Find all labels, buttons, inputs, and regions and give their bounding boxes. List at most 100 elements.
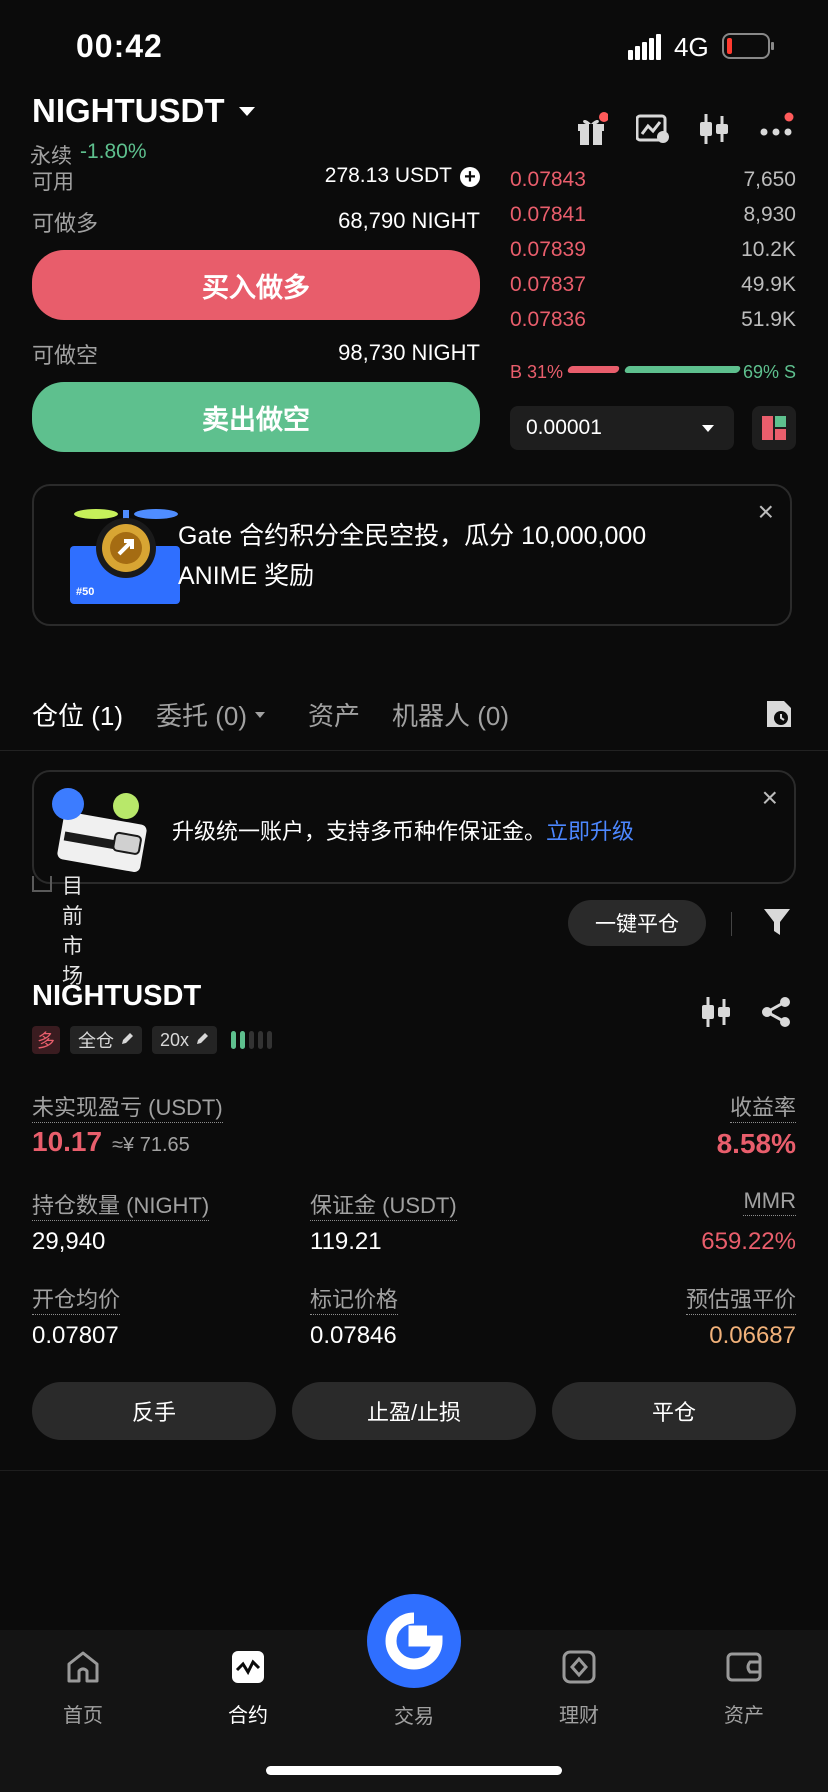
can-long-value: 68,790 NIGHT <box>338 208 480 233</box>
ask-price: 0.07843 <box>510 167 586 191</box>
sell-ratio-label: 69% S <box>742 362 796 382</box>
more-icon[interactable] <box>760 112 794 142</box>
tab-orders-caret-icon <box>255 711 266 718</box>
promo-banner[interactable]: #50 Gate 合约积分全民空投，瓜分 10,000,000 ANIME 奖励… <box>32 484 792 626</box>
nav-earn-label: 理财 <box>559 1705 599 1727</box>
wallet-illustration <box>48 786 158 872</box>
orderbook-ask-row[interactable]: 0.07836 51.9K <box>510 302 796 337</box>
nav-assets[interactable]: 资产 <box>689 1650 799 1728</box>
home-indicator <box>266 1766 562 1775</box>
close-all-label: 一键平仓 <box>595 913 679 936</box>
promo-close-icon[interactable]: × <box>758 498 774 526</box>
nav-earn[interactable]: 理财 <box>524 1650 634 1728</box>
symbol-title: NIGHTUSDT <box>32 92 225 129</box>
unrealized-pnl-label[interactable]: 未实现盈亏 (USDT) <box>32 1090 223 1123</box>
ask-price: 0.07839 <box>510 237 586 261</box>
history-icon[interactable] <box>764 698 794 730</box>
sell-short-label: 卖出做空 <box>202 404 310 435</box>
filter-icon[interactable] <box>762 906 792 938</box>
home-icon <box>67 1651 99 1683</box>
orderbook-ask-row[interactable]: 0.07843 7,650 <box>510 162 796 197</box>
size-label-text: 持仓数量 (NIGHT) <box>32 1193 210 1221</box>
status-bar: 00:42 4G <box>0 0 828 90</box>
buy-long-label: 买入做多 <box>202 272 310 303</box>
caret-down-icon <box>238 106 255 116</box>
orderbook-layout-button[interactable] <box>752 406 796 450</box>
nav-futures[interactable]: 合约 <box>193 1650 303 1728</box>
tab-bots[interactable]: 机器人 (0) <box>392 696 509 733</box>
nav-trade-button[interactable] <box>367 1594 461 1688</box>
sell-short-button[interactable]: 卖出做空 <box>32 382 480 452</box>
can-short-value: 98,730 NIGHT <box>338 340 480 365</box>
mmr-value: 659.22% <box>701 1228 796 1255</box>
share-icon[interactable] <box>760 996 792 1028</box>
leverage-tag[interactable]: 20x <box>152 1026 218 1054</box>
can-long-label: 可做多 <box>32 211 99 236</box>
orderbook-ask-row[interactable]: 0.07841 8,930 <box>510 197 796 232</box>
margin-mode-tag[interactable]: 全仓 <box>70 1026 142 1054</box>
available-label: 可用 <box>32 171 74 194</box>
buy-long-button[interactable]: 买入做多 <box>32 250 480 320</box>
available-value: 278.13 USDT <box>324 164 452 187</box>
orderbook-ask-row[interactable]: 0.07839 10.2K <box>510 232 796 267</box>
close-position-button[interactable]: 平仓 <box>552 1382 796 1440</box>
promo-illustration: #50 <box>64 506 188 608</box>
add-funds-icon[interactable]: + <box>460 167 480 187</box>
orderbook: 0.07843 7,650 0.07841 8,930 0.07839 10.2K 0.07… <box>510 162 796 337</box>
candlestick-icon[interactable] <box>698 112 730 146</box>
futures-icon <box>232 1651 264 1683</box>
roe-label-text: 收益率 <box>729 1095 796 1123</box>
liq-price-label-text: 预估强平价 <box>685 1287 796 1315</box>
size-label[interactable]: 持仓数量 (NIGHT) <box>32 1188 210 1221</box>
margin-mode-label: 全仓 <box>78 1031 114 1051</box>
tabs-divider <box>0 750 828 751</box>
tab-assets[interactable]: 资产 <box>308 696 360 733</box>
position-tabs: 仓位 (1) 委托 (0) 资产 机器人 (0) <box>32 696 796 736</box>
mark-price-label[interactable]: 标记价格 <box>310 1282 399 1315</box>
ask-price: 0.07836 <box>510 307 586 331</box>
ratio-bar-buy <box>566 366 621 373</box>
upgrade-close-icon[interactable]: × <box>762 784 778 812</box>
mmr-label[interactable]: MMR <box>743 1188 796 1216</box>
position-kline-icon[interactable] <box>700 996 732 1028</box>
buy-ratio-label: B 31% <box>510 362 564 382</box>
position-divider <box>0 1470 828 1471</box>
tab-orders[interactable]: 委托 (0) <box>156 696 266 733</box>
ratio-bar <box>566 366 742 373</box>
close-position-label: 平仓 <box>651 1400 696 1425</box>
roe-label[interactable]: 收益率 <box>729 1090 796 1123</box>
tick-size-caret-icon <box>702 425 714 432</box>
gift-icon[interactable] <box>576 112 609 146</box>
margin-label[interactable]: 保证金 (USDT) <box>310 1188 457 1221</box>
ask-qty: 7,650 <box>743 167 796 191</box>
unrealized-pnl: 10.17 ≈¥ 71.65 <box>32 1126 190 1158</box>
available-row: 可用 278.13 USDT + <box>32 162 480 194</box>
upgrade-banner[interactable]: 升级统一账户，支持多币种作保证金。立即升级 × <box>32 770 796 884</box>
chart-settings-icon[interactable] <box>635 114 670 144</box>
close-all-button[interactable]: 一键平仓 <box>568 900 706 946</box>
current-market-checkbox[interactable] <box>32 876 52 892</box>
nav-trade-label[interactable]: 交易 <box>358 1700 470 1729</box>
position-symbol: NIGHTUSDT <box>32 980 202 1012</box>
margin-value: 119.21 <box>310 1228 382 1255</box>
edit-leverage-icon <box>195 1030 209 1051</box>
upgrade-link[interactable]: 立即升级 <box>546 819 634 844</box>
tpsl-button[interactable]: 止盈/止损 <box>292 1382 536 1440</box>
ask-qty: 10.2K <box>741 237 796 261</box>
reverse-button[interactable]: 反手 <box>32 1382 276 1440</box>
liq-price-label[interactable]: 预估强平价 <box>685 1282 796 1315</box>
orderbook-ask-row[interactable]: 0.07837 49.9K <box>510 267 796 302</box>
tick-size-select[interactable]: 0.00001 <box>510 406 734 450</box>
symbol-selector[interactable]: NIGHTUSDT <box>32 92 255 130</box>
tab-positions[interactable]: 仓位 (1) <box>32 696 123 733</box>
promo-text: Gate 合约积分全民空投，瓜分 10,000,000 ANIME 奖励 <box>178 522 647 590</box>
ask-price: 0.07837 <box>510 272 586 296</box>
position-tags: 多 全仓 20x <box>32 1026 273 1054</box>
mark-price-label-text: 标记价格 <box>310 1287 399 1315</box>
entry-price-label[interactable]: 开仓均价 <box>32 1282 121 1315</box>
tpsl-label: 止盈/止损 <box>366 1400 462 1425</box>
nav-futures-label: 合约 <box>228 1705 268 1727</box>
nav-home[interactable]: 首页 <box>28 1650 138 1728</box>
unrealized-pnl-value: 10.17 <box>32 1126 103 1157</box>
leverage-label: 20x <box>160 1029 190 1050</box>
